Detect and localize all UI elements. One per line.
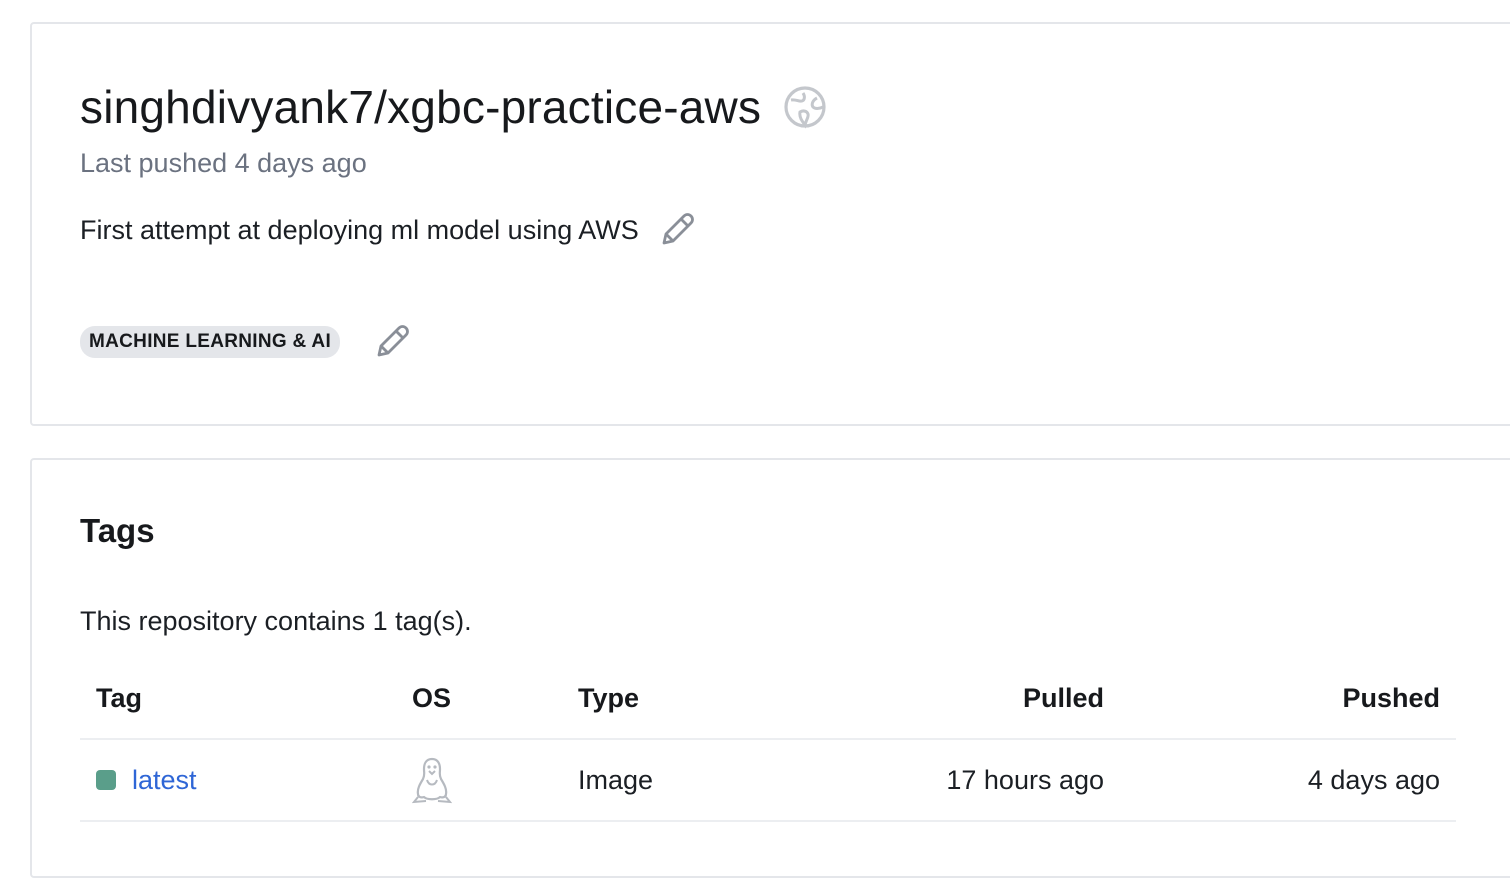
tags-heading: Tags [80,512,155,549]
type-cell: Image [578,764,654,795]
repo-title-row: singhdivyank7/xgbc-practice-aws [80,80,827,134]
linux-icon [411,756,453,804]
globe-icon [783,85,827,129]
os-cell [411,740,453,820]
edit-description-pencil-icon[interactable] [657,210,697,250]
pulled-cell: 17 hours ago [946,764,1104,795]
pushed-cell: 4 days ago [1307,764,1440,795]
last-pushed-text: Last pushed 4 days ago [80,148,367,178]
column-header-os: OS [412,682,452,713]
column-header-tag: Tag [96,682,142,713]
column-header-pulled: Pulled [1022,682,1104,713]
table-row: latest Image 17 hours ago 4 days ago [80,740,1456,822]
repo-title: singhdivyank7/xgbc-practice-aws [80,81,762,133]
category-chip: MACHINE LEARNING & AI [80,326,341,358]
tags-card: Tags This repository contains 1 tag(s). … [30,458,1510,878]
tags-table: Tag OS Type Pulled Pushed latest Image 1… [80,658,1456,822]
edit-category-pencil-icon[interactable] [372,322,412,362]
tags-table-header: Tag OS Type Pulled Pushed [80,658,1456,740]
repo-description: First attempt at deploying ml model usin… [80,214,639,245]
column-header-type: Type [578,682,640,713]
tag-status-indicator [96,770,116,790]
category-row: MACHINE LEARNING & AI [80,322,412,362]
tag-cell: latest [96,740,197,820]
repository-summary-card: singhdivyank7/xgbc-practice-aws Last pus… [30,22,1510,426]
column-header-pushed: Pushed [1342,682,1440,713]
description-row: First attempt at deploying ml model usin… [80,210,697,250]
tag-link-latest[interactable]: latest [132,765,197,796]
tags-count-text: This repository contains 1 tag(s). [80,606,472,636]
